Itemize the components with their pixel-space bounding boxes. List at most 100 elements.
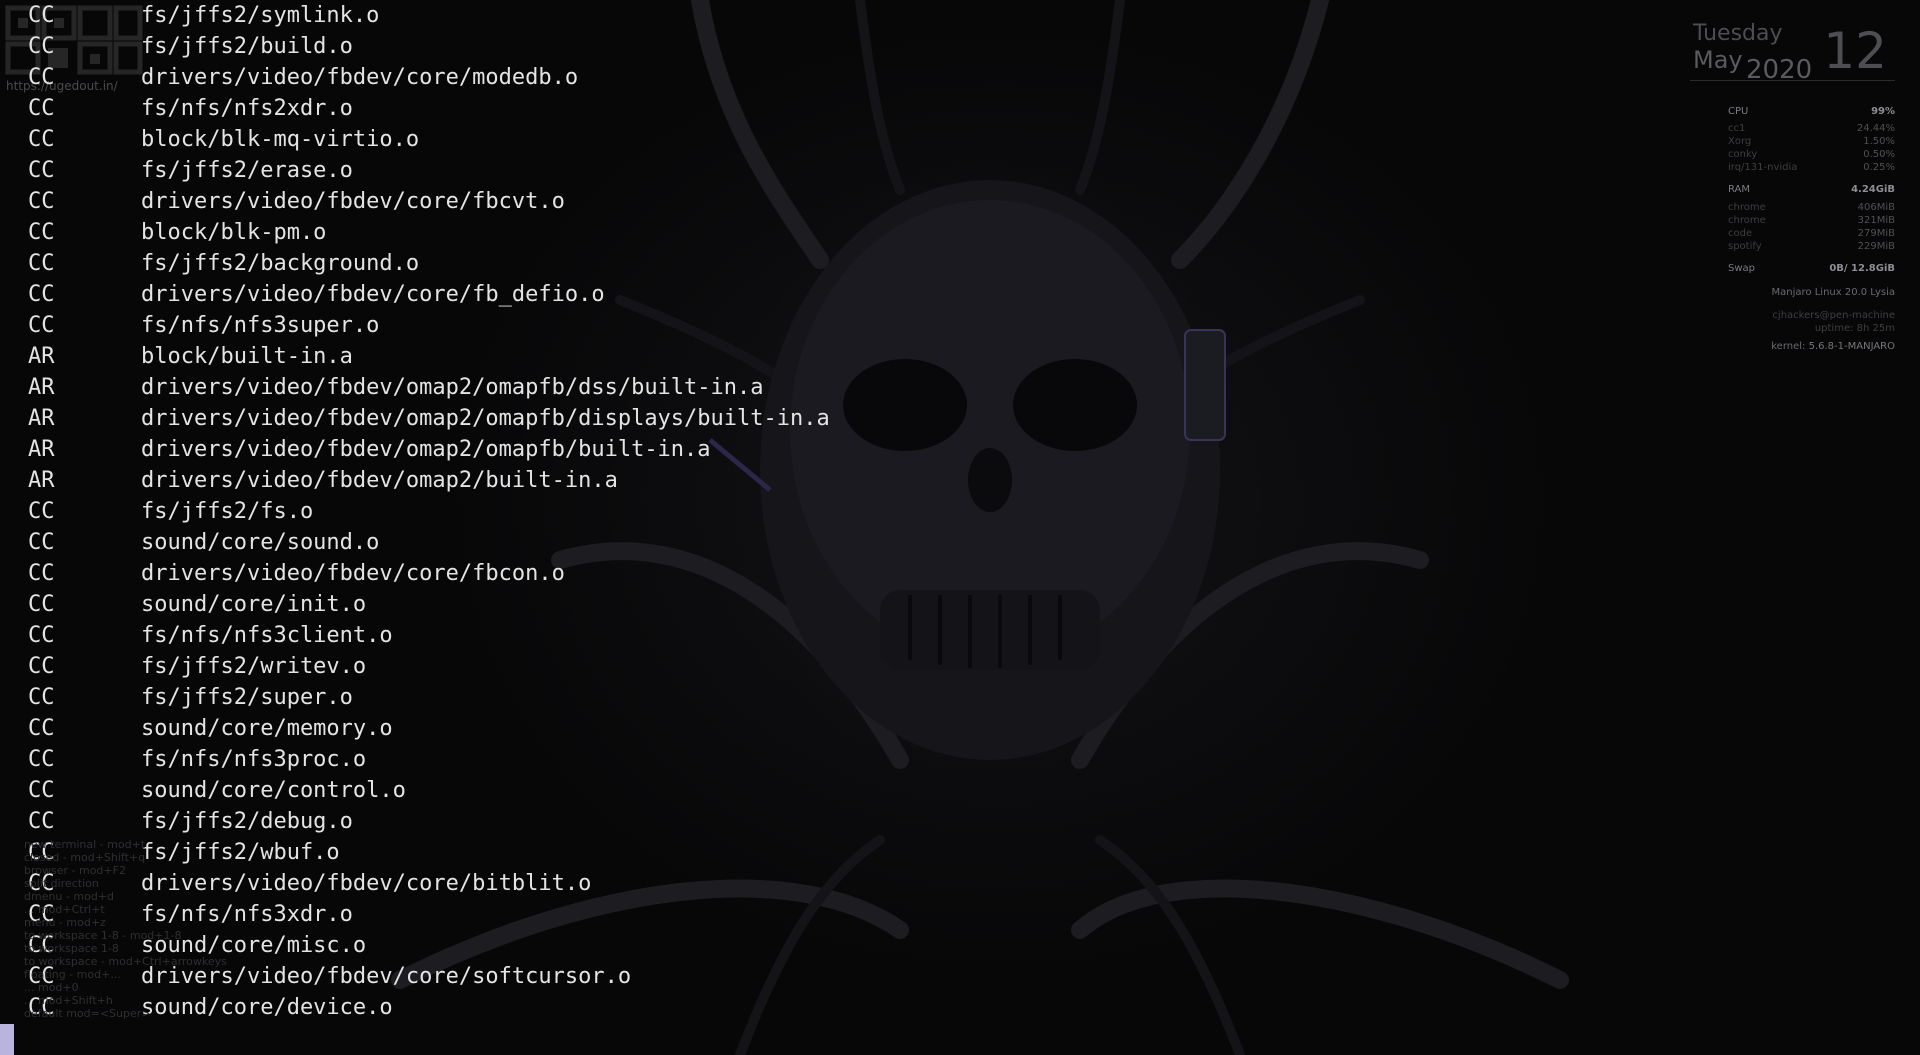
kernel-label: kernel: bbox=[1771, 341, 1806, 352]
hint-line: to workspace 1-8 bbox=[24, 942, 119, 955]
process-value: 321MiB bbox=[1857, 215, 1895, 226]
build-target-path: fs/jffs2/build.o bbox=[141, 34, 353, 59]
process-name: conky bbox=[1728, 149, 1758, 160]
build-target-path: sound/core/control.o bbox=[141, 778, 406, 803]
build-step-label: CC bbox=[28, 282, 55, 307]
process-name: chrome bbox=[1728, 202, 1766, 213]
build-target-path: fs/jffs2/background.o bbox=[141, 251, 420, 276]
ram-process-row: code 279MiB bbox=[1690, 227, 1895, 240]
process-name: irq/131-nvidia bbox=[1728, 162, 1798, 173]
build-step-label: CC bbox=[28, 65, 55, 90]
build-step-label: CC bbox=[28, 530, 55, 555]
keybinding-hints: new terminal - mod+t closed - mod+Shift+q… bbox=[24, 838, 227, 1020]
build-step-label: CC bbox=[28, 654, 55, 679]
build-step-label: CC bbox=[28, 251, 55, 276]
os-name: Manjaro Linux 20.0 Lysia bbox=[1771, 287, 1895, 298]
build-target-path: fs/jffs2/writev.o bbox=[141, 654, 367, 679]
hint-line: floating - mod+... bbox=[24, 968, 121, 981]
build-target-path: block/built-in.a bbox=[141, 344, 353, 369]
hint-line: closed - mod+Shift+q bbox=[24, 851, 146, 864]
build-target-path: fs/nfs/nfs3client.o bbox=[141, 623, 393, 648]
process-name: Xorg bbox=[1728, 136, 1752, 147]
process-value: 0.50% bbox=[1863, 149, 1895, 160]
process-name: cc1 bbox=[1728, 123, 1746, 134]
build-step-label: CC bbox=[28, 778, 55, 803]
build-step-label: AR bbox=[28, 344, 55, 369]
process-value: 1.50% bbox=[1863, 136, 1895, 147]
build-step-label: CC bbox=[28, 3, 55, 28]
day-number: 12 bbox=[1823, 22, 1887, 80]
cpu-row: CPU 99% bbox=[1690, 105, 1895, 118]
ram-process-row: chrome 406MiB bbox=[1690, 201, 1895, 214]
ram-row: RAM 4.24GiB bbox=[1690, 183, 1895, 196]
build-step-label: CC bbox=[28, 685, 55, 710]
process-value: 406MiB bbox=[1857, 202, 1895, 213]
build-target-path: fs/jffs2/fs.o bbox=[141, 499, 314, 524]
cpu-process-row: Xorg 1.50% bbox=[1690, 135, 1895, 148]
cpu-process-list: cc1 24.44% Xorg 1.50% conky 0.50% irq/131-nvid… bbox=[1690, 122, 1895, 174]
build-step-label: CC bbox=[28, 561, 55, 586]
build-target-path: drivers/video/fbdev/omap2/built-in.a bbox=[141, 468, 618, 493]
build-target-path: drivers/video/fbdev/core/modedb.o bbox=[141, 65, 579, 90]
build-target-path: fs/nfs/nfs2xdr.o bbox=[141, 96, 353, 121]
build-target-path: block/blk-mq-virtio.o bbox=[141, 127, 420, 152]
day-name: Tuesday bbox=[1693, 21, 1783, 46]
build-target-path: fs/nfs/nfs3super.o bbox=[141, 313, 380, 338]
build-step-label: AR bbox=[28, 437, 55, 462]
build-target-path: fs/jffs2/symlink.o bbox=[141, 3, 380, 28]
build-step-label: CC bbox=[28, 747, 55, 772]
hint-line: to workspace 1-8 - mod+1-8 bbox=[24, 929, 182, 942]
cpu-value: 99% bbox=[1871, 106, 1895, 117]
build-step-label: AR bbox=[28, 406, 55, 431]
kernel-info: kernel: 5.6.8-1-MANJARO bbox=[1690, 340, 1895, 353]
month-name: May bbox=[1693, 46, 1743, 74]
process-name: code bbox=[1728, 228, 1753, 239]
build-step-label: CC bbox=[28, 716, 55, 741]
build-step-label: CC bbox=[28, 158, 55, 183]
build-step-label: AR bbox=[28, 375, 55, 400]
process-value: 229MiB bbox=[1857, 241, 1895, 252]
ram-process-list: chrome 406MiB chrome 321MiB code 279MiB spotif… bbox=[1690, 201, 1895, 253]
ram-label: RAM bbox=[1728, 184, 1751, 195]
build-step-label: CC bbox=[28, 623, 55, 648]
build-step-label: AR bbox=[28, 468, 55, 493]
build-target-path: sound/core/init.o bbox=[141, 592, 367, 617]
uptime: uptime: 8h 25m bbox=[1814, 323, 1895, 334]
user-host: cjhackers@pen-machine bbox=[1772, 310, 1895, 321]
desktop: https://ugedout.in/ CC fs/jffs2/symlink.o… bbox=[0, 0, 1920, 1055]
hint-line: ... mod+Shift+h bbox=[24, 994, 113, 1007]
build-target-path: drivers/video/fbdev/core/fbcon.o bbox=[141, 561, 565, 586]
build-step-label: CC bbox=[28, 220, 55, 245]
build-target-path: block/blk-pm.o bbox=[141, 220, 327, 245]
kernel-value: 5.6.8-1-MANJARO bbox=[1808, 341, 1895, 352]
swap-value: 0B/ 12.8GiB bbox=[1829, 263, 1895, 274]
build-step-label: CC bbox=[28, 809, 55, 834]
process-name: chrome bbox=[1728, 215, 1766, 226]
ram-process-row: chrome 321MiB bbox=[1690, 214, 1895, 227]
hint-line: ... mod+Ctrl+t bbox=[24, 903, 105, 916]
build-step-label: CC bbox=[28, 127, 55, 152]
conky-widget: Tuesday May 2020 12 CPU 99% cc1 24.44% Xor… bbox=[1690, 18, 1895, 353]
cpu-process-row: conky 0.50% bbox=[1690, 148, 1895, 161]
cpu-process-row: cc1 24.44% bbox=[1690, 122, 1895, 135]
build-target-path: drivers/video/fbdev/omap2/omapfb/built-i… bbox=[141, 437, 711, 462]
hint-line: ... mod+0 bbox=[24, 981, 79, 994]
build-target-path: fs/jffs2/debug.o bbox=[141, 809, 353, 834]
build-target-path: sound/core/sound.o bbox=[141, 530, 380, 555]
hint-line: to workspace - mod+Ctrl+arrowkeys bbox=[24, 955, 227, 968]
ram-process-row: spotify 229MiB bbox=[1690, 240, 1895, 253]
build-target-path: drivers/video/fbdev/omap2/omapfb/display… bbox=[141, 406, 830, 431]
hint-line: new terminal - mod+t bbox=[24, 838, 146, 851]
build-target-path: drivers/video/fbdev/core/fb_defio.o bbox=[141, 282, 605, 307]
year: 2020 bbox=[1746, 55, 1813, 85]
terminal-cursor bbox=[0, 1024, 14, 1055]
hint-line: split direction bbox=[24, 877, 99, 890]
process-name: spotify bbox=[1728, 241, 1762, 252]
date-display: Tuesday May 2020 12 bbox=[1690, 18, 1895, 85]
process-value: 24.44% bbox=[1856, 123, 1895, 134]
cpu-process-row: irq/131-nvidia 0.25% bbox=[1690, 161, 1895, 174]
hint-line: browser - mod+F2 bbox=[24, 864, 126, 877]
hint-line: default mod=<Super> bbox=[24, 1007, 151, 1020]
build-step-label: CC bbox=[28, 34, 55, 59]
hint-line: menu - mod+z bbox=[24, 916, 106, 929]
